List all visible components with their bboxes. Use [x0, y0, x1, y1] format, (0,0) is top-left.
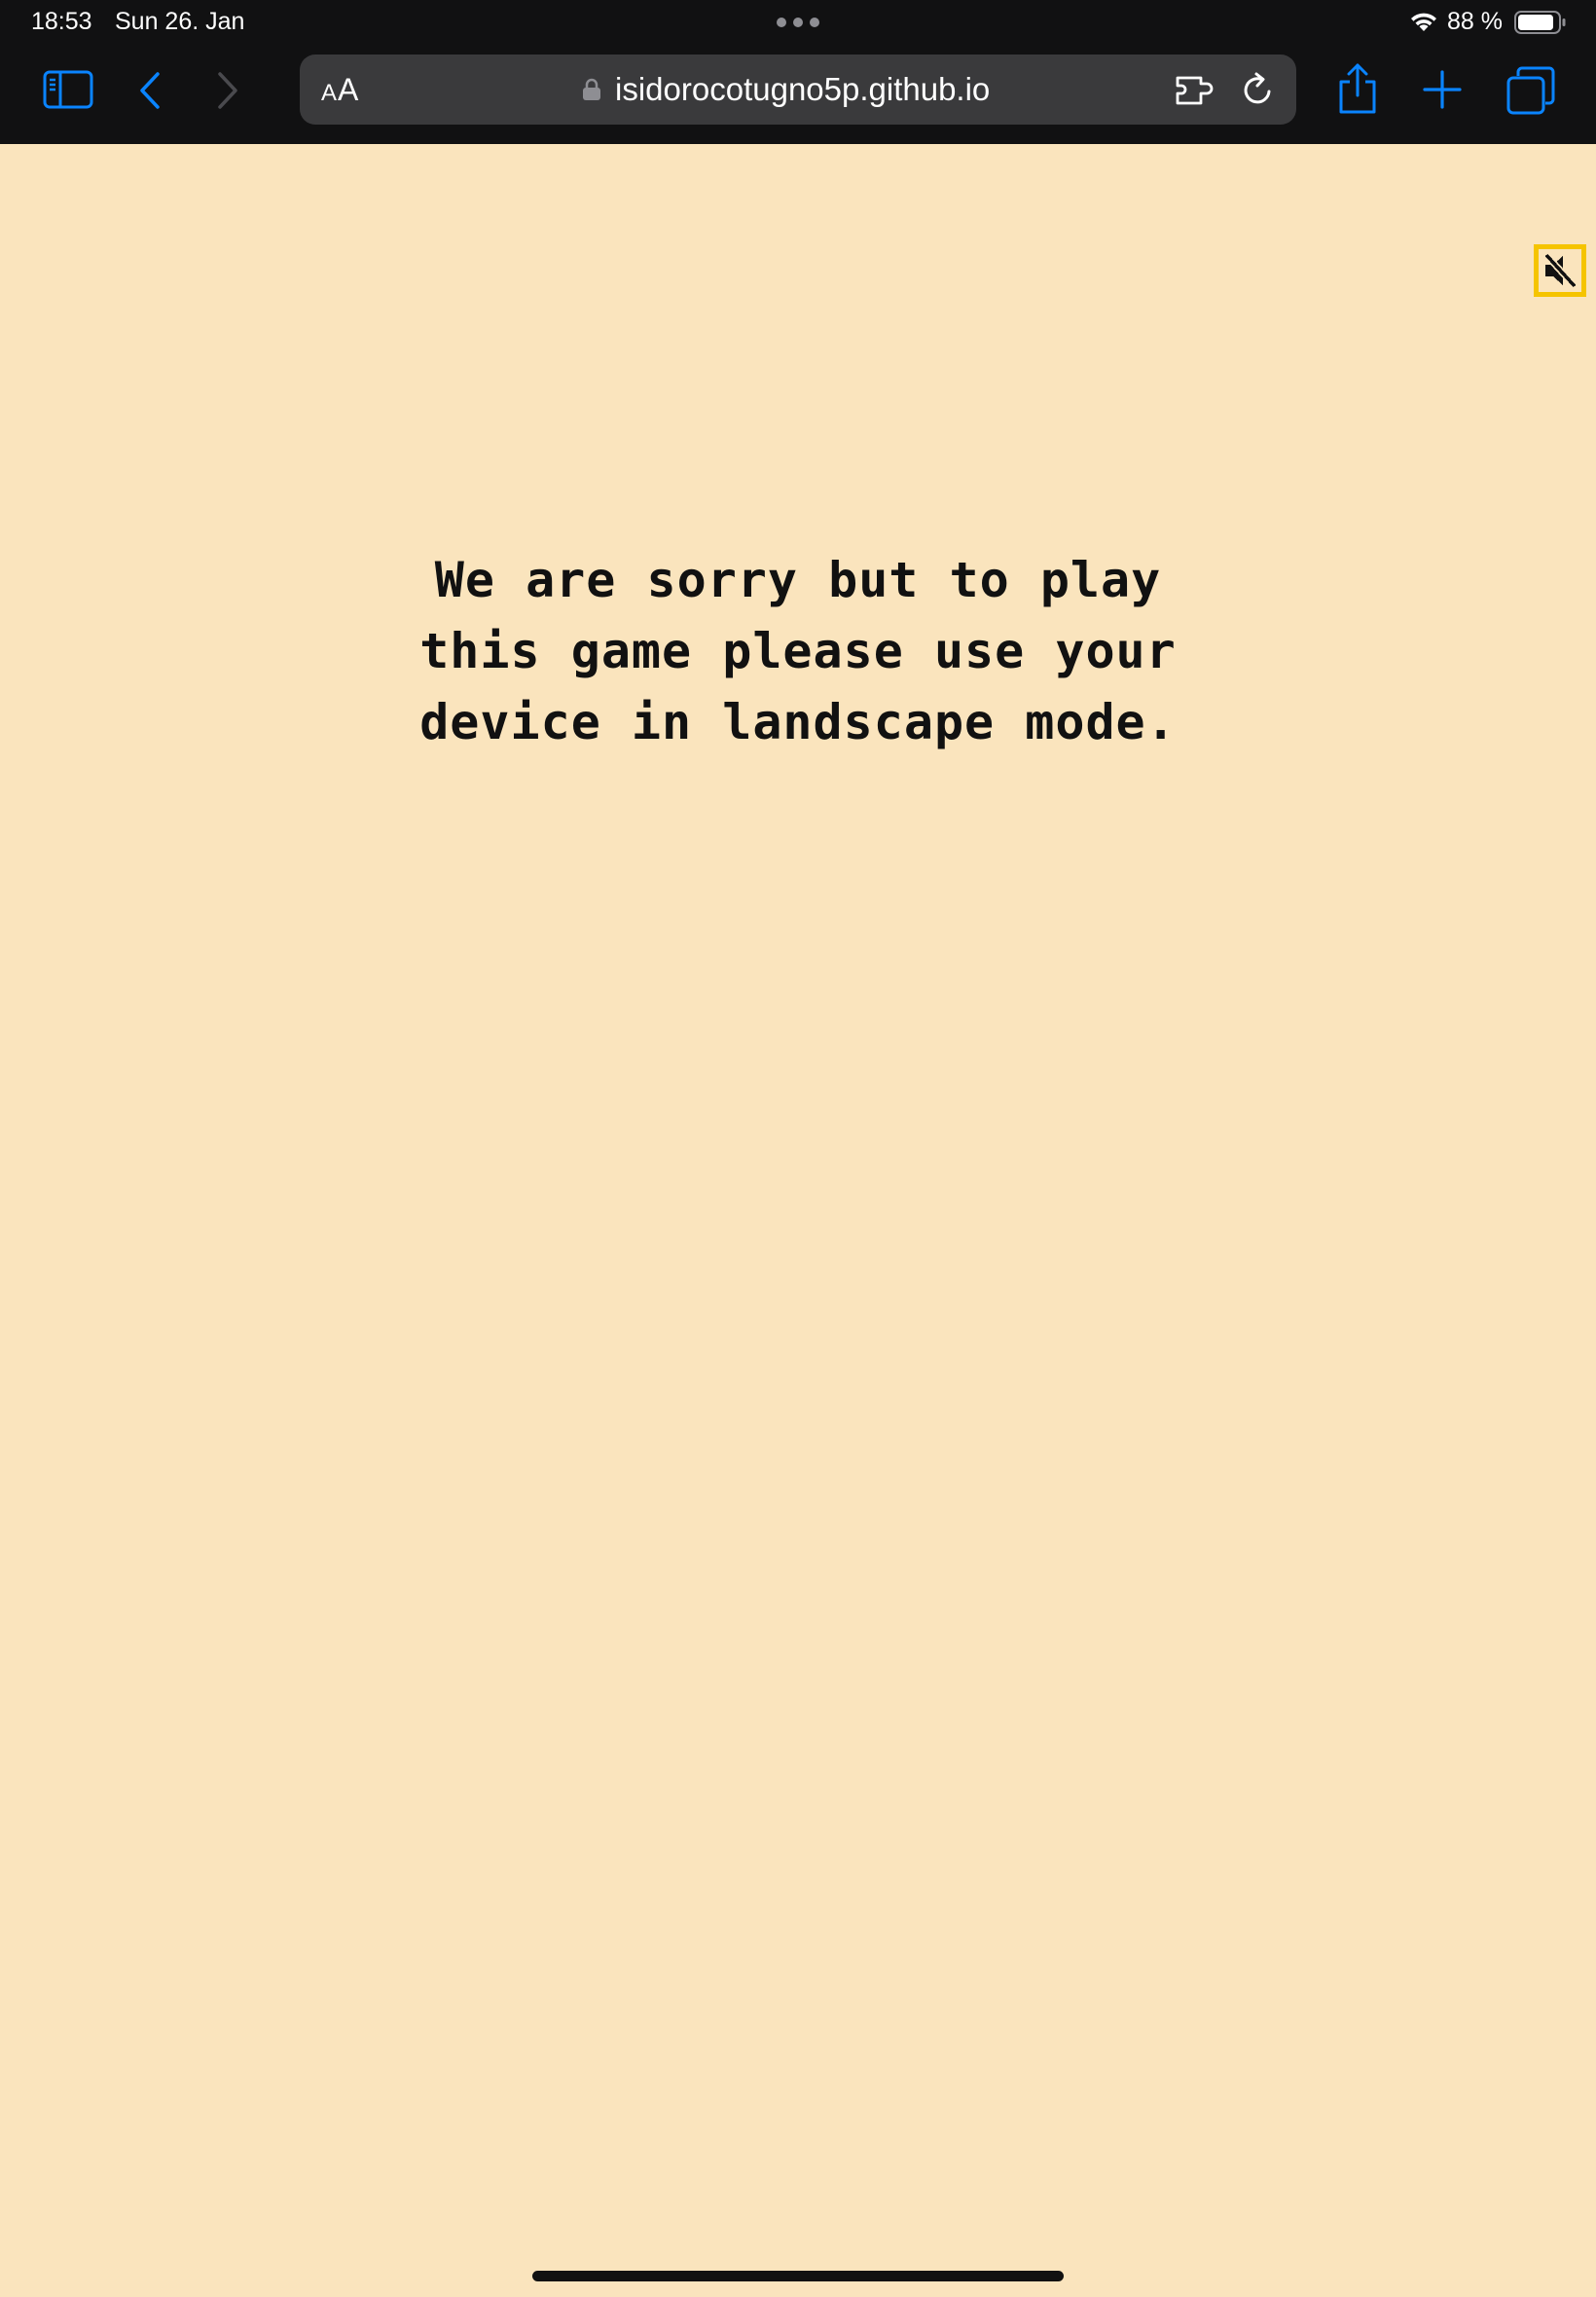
- reader-options-button[interactable]: A A: [321, 72, 358, 107]
- wifi-icon: [1411, 13, 1436, 31]
- status-date: Sun 26. Jan: [115, 8, 245, 35]
- mute-toggle-button[interactable]: [1534, 244, 1586, 297]
- home-indicator[interactable]: [532, 2271, 1064, 2281]
- extension-icon[interactable]: [1174, 72, 1216, 107]
- aa-small-letter: A: [321, 80, 338, 106]
- browser-chrome: 18:53 Sun 26. Jan 88 % A A isidorocotugn…: [0, 0, 1596, 144]
- battery-percentage: 88 %: [1447, 8, 1503, 35]
- battery-icon: [1514, 11, 1566, 34]
- aa-large-letter: A: [338, 72, 359, 107]
- sidebar-icon[interactable]: [43, 70, 93, 109]
- lock-icon: [583, 78, 600, 100]
- dot-icon: [810, 18, 819, 27]
- speaker-muted-icon: [1543, 252, 1578, 289]
- chevron-right-icon[interactable]: [212, 70, 241, 111]
- tabs-overview-icon[interactable]: [1506, 66, 1555, 115]
- url-display[interactable]: isidorocotugno5p.github.io: [582, 68, 990, 111]
- status-time: 18:53: [31, 8, 92, 35]
- dot-icon: [777, 18, 786, 27]
- reload-icon[interactable]: [1240, 70, 1277, 109]
- multitasking-menu[interactable]: [777, 18, 819, 27]
- plus-icon[interactable]: [1423, 70, 1462, 109]
- orientation-warning-message: We are sorry but to play this game pleas…: [419, 552, 1177, 750]
- url-text: isidorocotugno5p.github.io: [615, 71, 991, 107]
- dot-icon: [793, 18, 803, 27]
- chevron-left-icon[interactable]: [136, 70, 165, 111]
- address-bar[interactable]: A A isidorocotugno5p.github.io: [300, 55, 1296, 125]
- share-icon[interactable]: [1335, 62, 1380, 115]
